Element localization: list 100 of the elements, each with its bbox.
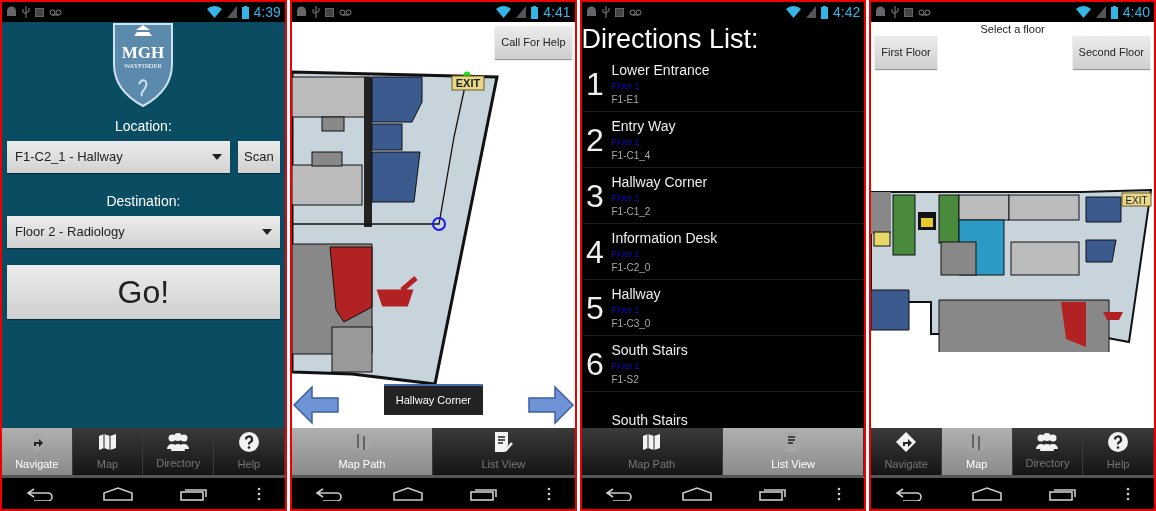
next-arrow-button[interactable]	[526, 384, 575, 426]
wifi-icon	[496, 6, 512, 18]
tab-button[interactable]: Map Path	[581, 428, 723, 475]
step-number: 5	[585, 288, 605, 328]
tab-button[interactable]: Navigate	[2, 428, 73, 475]
step-code: F1-C2_0	[611, 260, 652, 275]
battery-icon	[1110, 5, 1118, 19]
voicemail-icon	[918, 8, 932, 16]
step-floor: Floor 1	[611, 191, 641, 205]
tab-button[interactable]: Navigate	[871, 428, 942, 475]
usb-icon	[891, 6, 900, 18]
dropdown-caret-icon	[261, 229, 272, 235]
tab-button[interactable]: Map	[941, 428, 1013, 475]
step-name: South Stairs	[611, 340, 688, 359]
go-button[interactable]: Go!	[7, 265, 280, 319]
right-arrow-icon	[526, 384, 575, 426]
overflow-menu-icon[interactable]	[546, 486, 551, 501]
notification-icon	[614, 7, 624, 17]
home-icon[interactable]	[102, 486, 133, 501]
wifi-icon	[206, 6, 222, 18]
step-number: 3	[585, 176, 605, 216]
battery-icon	[821, 5, 828, 19]
logo-title: MGH	[122, 43, 165, 62]
destination-dropdown[interactable]: Floor 2 - Radiology	[7, 216, 280, 248]
tab-button[interactable]: Help	[1083, 428, 1154, 475]
scan-button[interactable]: Scan	[238, 141, 280, 173]
step-code: F1-C1_4	[611, 148, 652, 163]
exit-sign: EXIT	[1125, 194, 1148, 206]
voicemail-icon	[628, 8, 642, 16]
signal-icon	[806, 6, 816, 18]
step-number: 4	[585, 232, 605, 272]
clock-time: 4:41	[543, 5, 571, 19]
recent-apps-icon[interactable]	[469, 486, 500, 501]
clock-time: 4:39	[253, 5, 281, 19]
step-name: South Stairs	[611, 410, 688, 428]
toast-message: Hallway Corner	[383, 384, 483, 415]
floor-prompt: Select a floor	[979, 22, 1046, 36]
step-floor: Floor 1	[611, 135, 641, 149]
exit-sign: EXIT	[455, 77, 480, 89]
step-name: Hallway	[611, 284, 661, 303]
checklist-icon	[492, 430, 515, 453]
dropdown-caret-icon	[212, 154, 223, 160]
step-name: Entry Way	[611, 116, 676, 135]
step-name: Lower Entrance	[611, 60, 710, 79]
usb-icon	[601, 6, 610, 18]
left-arrow-icon	[291, 384, 340, 426]
clock-time: 4:42	[833, 5, 861, 19]
signal-icon	[516, 6, 527, 18]
tab-button[interactable]: Map	[72, 428, 144, 475]
call-for-help-button[interactable]: Call For Help	[495, 26, 572, 59]
home-icon[interactable]	[392, 486, 423, 501]
overflow-menu-icon[interactable]	[836, 486, 841, 501]
location-dropdown[interactable]: F1-C2_1 - Hallway	[7, 141, 231, 173]
notification-icon	[35, 7, 44, 17]
home-icon[interactable]	[972, 486, 1003, 501]
wifi-icon	[786, 6, 801, 18]
battery-icon	[531, 5, 539, 19]
tab-button[interactable]: Directory	[143, 428, 215, 475]
tab-button[interactable]: Directory	[1012, 428, 1084, 475]
step-floor: Floor 1	[611, 79, 641, 93]
field-label: Location:	[114, 117, 172, 136]
back-icon[interactable]	[894, 486, 925, 501]
step-number: 6	[585, 344, 605, 384]
people-icon	[166, 431, 191, 452]
building-emblem	[134, 25, 153, 36]
signal-icon	[1095, 6, 1106, 18]
tab-button[interactable]: Help	[214, 428, 285, 475]
tab-button[interactable]: List View	[722, 428, 865, 475]
step-name: Hallway Corner	[611, 172, 708, 191]
signal-icon	[226, 6, 237, 18]
back-icon[interactable]	[25, 486, 56, 501]
step-code: F1-C3_0	[611, 316, 652, 331]
floor-button[interactable]: First Floor	[875, 36, 937, 69]
tab-button[interactable]: Map Path	[291, 428, 434, 475]
step-code: F1-S2	[611, 372, 640, 387]
usb-icon	[22, 6, 30, 18]
floor-button[interactable]: Second Floor	[1072, 36, 1150, 69]
help-icon	[1107, 430, 1130, 453]
previous-arrow-button[interactable]	[291, 384, 340, 426]
step-code: F1-E1	[611, 92, 640, 107]
overflow-menu-icon[interactable]	[257, 486, 262, 501]
help-icon	[237, 430, 260, 453]
step-code: F1-C1_2	[611, 204, 652, 219]
wifi-icon	[1075, 6, 1091, 18]
notification-icon	[904, 7, 914, 17]
overflow-menu-icon[interactable]	[1126, 486, 1131, 501]
recent-apps-icon[interactable]	[179, 486, 210, 501]
clock-time: 4:40	[1122, 5, 1150, 19]
voicemail-icon	[338, 8, 352, 16]
screen-title: Directions List:	[581, 23, 760, 56]
step-floor: Floor 1	[611, 247, 641, 261]
step-name: Information Desk	[611, 228, 718, 247]
people-icon	[1035, 431, 1060, 452]
voicemail-icon	[49, 8, 62, 16]
home-icon[interactable]	[682, 486, 713, 501]
battery-icon	[241, 5, 249, 19]
field-label: Destination:	[106, 192, 181, 211]
usb-icon	[311, 6, 320, 18]
tab-button[interactable]: List View	[433, 428, 575, 475]
notification-icon	[324, 7, 334, 17]
